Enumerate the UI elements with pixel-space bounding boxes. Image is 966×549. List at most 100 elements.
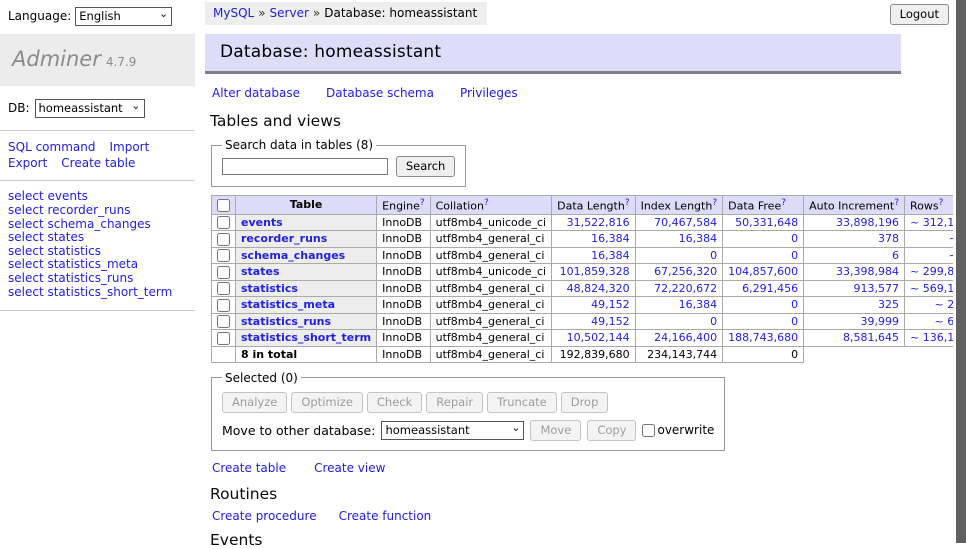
bulk-action-button[interactable]: Check: [367, 392, 422, 413]
sidebar-select-table-link[interactable]: select recorder_runs: [8, 204, 187, 218]
index-length-link[interactable]: 0: [710, 315, 717, 328]
bulk-action-button[interactable]: Truncate: [487, 392, 557, 413]
index-length-link[interactable]: 24,166,400: [654, 331, 717, 344]
move-button[interactable]: Move: [530, 420, 581, 441]
sidebar-select-table-link[interactable]: select statistics_short_term: [8, 286, 187, 300]
auto-increment-link[interactable]: 325: [878, 298, 899, 311]
create-link[interactable]: Create view: [314, 461, 385, 475]
data-length-link[interactable]: 16,384: [591, 249, 630, 262]
routine-create-link[interactable]: Create function: [339, 509, 432, 523]
table-row: schema_changes InnoDB utf8mb4_general_ci…: [212, 247, 966, 264]
row-checkbox[interactable]: [217, 315, 230, 328]
sidebar-select-table-link[interactable]: select statistics_runs: [8, 272, 187, 286]
data-free-link[interactable]: 50,331,648: [735, 216, 798, 229]
db-nav-link[interactable]: Alter database: [212, 86, 300, 100]
row-checkbox[interactable]: [217, 249, 230, 262]
vertical-scrollbar-thumb[interactable]: [956, 0, 966, 543]
row-checkbox[interactable]: [217, 299, 230, 312]
help-icon[interactable]: ?: [781, 198, 786, 208]
data-length-link[interactable]: 48,824,320: [567, 282, 630, 295]
auto-increment-cell: 33,898,196: [804, 214, 905, 231]
index-length-link[interactable]: 16,384: [679, 298, 718, 311]
bulk-action-button[interactable]: Optimize: [291, 392, 363, 413]
language-select[interactable]: English: [75, 7, 172, 26]
breadcrumb-server-link[interactable]: Server: [270, 6, 309, 20]
index-length-cell: 67,256,320: [635, 264, 723, 281]
data-free-link[interactable]: 6,291,456: [742, 282, 798, 295]
data-length-link[interactable]: 16,384: [591, 232, 630, 245]
breadcrumb-mysql-link[interactable]: MySQL: [213, 6, 254, 20]
sidebar-action-link[interactable]: Create table: [61, 155, 135, 171]
data-free-link[interactable]: 0: [791, 232, 798, 245]
db-select[interactable]: homeassistant: [35, 99, 145, 118]
auto-increment-link[interactable]: 8,581,645: [843, 331, 899, 344]
auto-increment-link[interactable]: 913,577: [854, 282, 900, 295]
create-link[interactable]: Create table: [212, 461, 286, 475]
table-name-link[interactable]: statistics_meta: [241, 298, 335, 311]
help-icon[interactable]: ?: [484, 198, 489, 208]
data-free-link[interactable]: 0: [791, 315, 798, 328]
sidebar-select-table-link[interactable]: select events: [8, 190, 187, 204]
table-name-link[interactable]: statistics: [241, 282, 298, 295]
sidebar-action-link[interactable]: Export: [8, 155, 47, 171]
search-button[interactable]: Search: [396, 156, 456, 177]
move-db-select[interactable]: homeassistant: [381, 421, 524, 440]
overwrite-checkbox[interactable]: [642, 424, 655, 437]
help-icon[interactable]: ?: [939, 198, 944, 208]
select-all-checkbox[interactable]: [217, 199, 230, 212]
auto-increment-link[interactable]: 6: [892, 249, 899, 262]
page-title: Database: homeassistant: [205, 34, 901, 74]
bulk-action-button[interactable]: Drop: [561, 392, 609, 413]
sidebar-action-link[interactable]: SQL command: [8, 139, 95, 155]
table-name-link[interactable]: statistics_short_term: [241, 331, 371, 344]
help-icon[interactable]: ?: [420, 198, 425, 208]
help-icon[interactable]: ?: [625, 198, 630, 208]
table-name-link[interactable]: events: [241, 216, 283, 229]
row-checkbox[interactable]: [217, 216, 230, 229]
copy-button[interactable]: Copy: [587, 420, 636, 441]
table-name-link[interactable]: schema_changes: [241, 249, 345, 262]
logout-button[interactable]: Logout: [890, 4, 949, 25]
data-length-link[interactable]: 49,152: [591, 298, 630, 311]
sidebar-select-table-link[interactable]: select statistics_meta: [8, 258, 187, 272]
search-input[interactable]: [222, 158, 388, 175]
index-length-link[interactable]: 70,467,584: [654, 216, 717, 229]
bulk-action-button[interactable]: Analyze: [222, 392, 287, 413]
data-length-link[interactable]: 31,522,816: [567, 216, 630, 229]
data-length-link[interactable]: 101,859,328: [560, 265, 630, 278]
index-length-link[interactable]: 0: [710, 249, 717, 262]
row-checkbox[interactable]: [217, 282, 230, 295]
db-nav-link[interactable]: Privileges: [460, 86, 518, 100]
help-icon[interactable]: ?: [894, 198, 899, 208]
index-length-link[interactable]: 67,256,320: [654, 265, 717, 278]
auto-increment-link[interactable]: 378: [878, 232, 899, 245]
collation-cell: utf8mb4_general_ci: [430, 313, 551, 330]
vertical-scrollbar-track[interactable]: [953, 0, 966, 543]
sidebar-select-table-link[interactable]: select states: [8, 231, 187, 245]
data-length-link[interactable]: 10,502,144: [567, 331, 630, 344]
sidebar-select-table-link[interactable]: select schema_changes: [8, 218, 187, 232]
data-length-link[interactable]: 49,152: [591, 315, 630, 328]
collation-cell: utf8mb4_general_ci: [430, 247, 551, 264]
data-free-link[interactable]: 0: [791, 249, 798, 262]
sidebar-action-link[interactable]: Import: [109, 139, 149, 155]
auto-increment-link[interactable]: 33,398,984: [836, 265, 899, 278]
sidebar-select-table-link[interactable]: select statistics: [8, 245, 187, 259]
row-checkbox[interactable]: [217, 332, 230, 345]
table-name-link[interactable]: statistics_runs: [241, 315, 331, 328]
row-checkbox[interactable]: [217, 266, 230, 279]
table-name-link[interactable]: states: [241, 265, 280, 278]
table-name-link[interactable]: recorder_runs: [241, 232, 327, 245]
bulk-action-button[interactable]: Repair: [426, 392, 483, 413]
index-length-link[interactable]: 72,220,672: [654, 282, 717, 295]
data-free-link[interactable]: 0: [791, 298, 798, 311]
routine-create-link[interactable]: Create procedure: [212, 509, 317, 523]
auto-increment-link[interactable]: 39,999: [861, 315, 900, 328]
data-free-link[interactable]: 104,857,600: [728, 265, 798, 278]
row-checkbox[interactable]: [217, 233, 230, 246]
db-nav-link[interactable]: Database schema: [326, 86, 434, 100]
index-length-link[interactable]: 16,384: [679, 232, 718, 245]
help-icon[interactable]: ?: [712, 198, 717, 208]
data-free-link[interactable]: 188,743,680: [728, 331, 798, 344]
auto-increment-link[interactable]: 33,898,196: [836, 216, 899, 229]
